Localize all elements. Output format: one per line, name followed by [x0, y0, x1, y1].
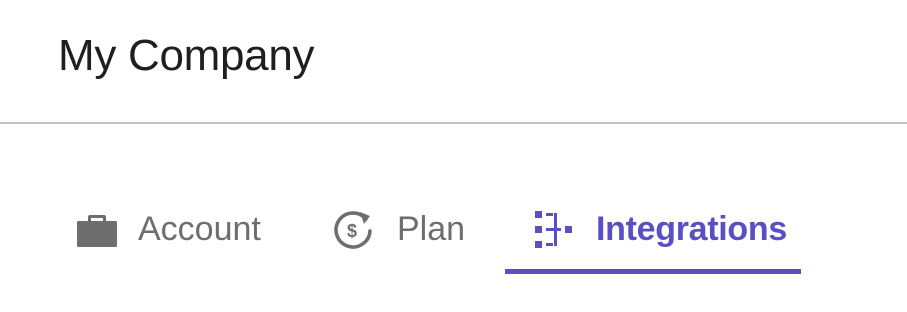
- tab-plan[interactable]: $ Plan: [318, 190, 493, 274]
- tab-integrations[interactable]: Integrations: [505, 190, 801, 274]
- active-tab-indicator: [505, 269, 801, 274]
- integrations-tree-icon: [531, 207, 575, 251]
- tab-account-label: Account: [138, 210, 261, 248]
- briefcase-icon: [75, 207, 119, 251]
- dollar-refresh-icon: $: [332, 207, 376, 251]
- svg-text:$: $: [347, 221, 357, 241]
- page-title: My Company: [58, 31, 315, 80]
- tab-integrations-label: Integrations: [596, 210, 787, 248]
- tab-account[interactable]: Account: [62, 190, 292, 274]
- tab-plan-label: Plan: [397, 210, 466, 248]
- tab-bar: Account $ Plan Integrations: [0, 190, 907, 280]
- page-header: My Company: [0, 0, 907, 124]
